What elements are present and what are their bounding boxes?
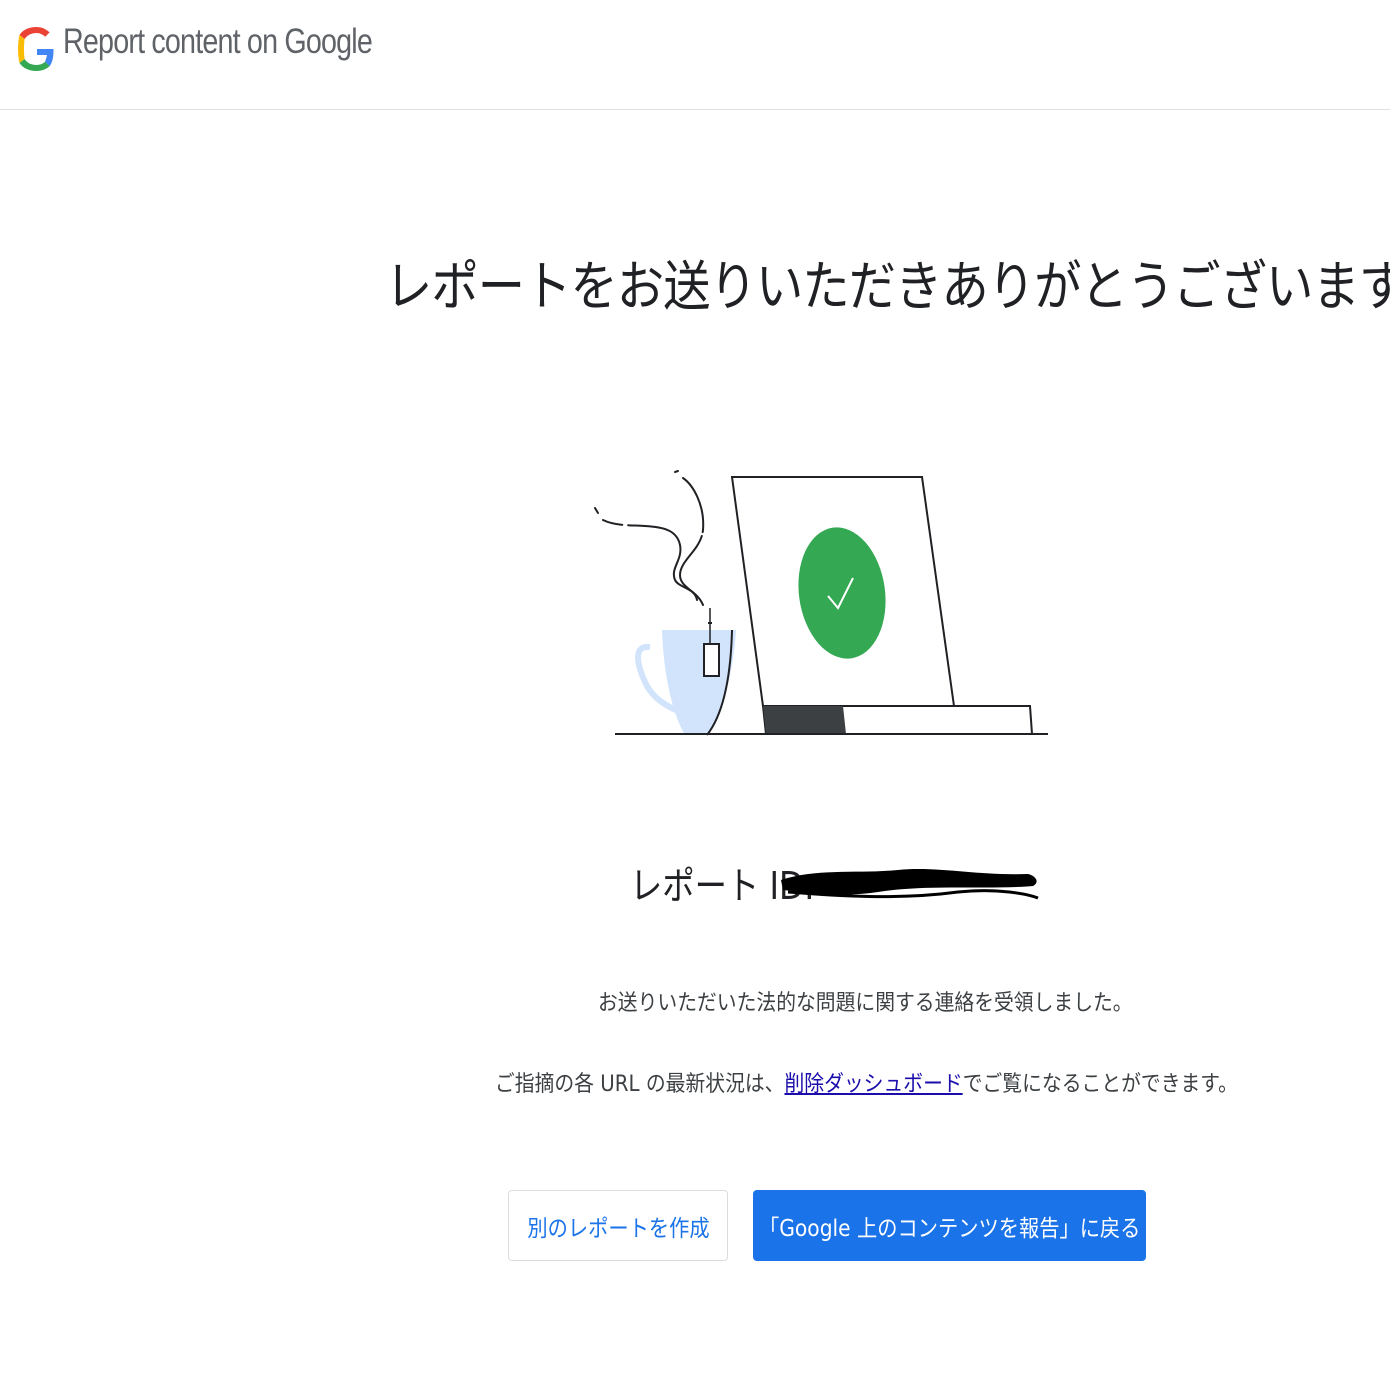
back-button-label: 「Google 上のコンテンツを報告」に戻る — [758, 1215, 1141, 1242]
product-title: Report content on Google — [63, 22, 373, 61]
steam-icon — [594, 470, 705, 606]
confirmation-message: お送りいただいた法的な問題に関する連絡を受領しました。 — [598, 991, 1133, 1016]
redaction-mark — [781, 869, 1039, 900]
back-to-report-content-button[interactable]: 「Google 上のコンテンツを報告」に戻る — [753, 1190, 1146, 1261]
laptop-icon — [730, 476, 1034, 735]
status-message: ご指摘の各 URL の最新状況は、削除ダッシュボードでご覧になることができます。 — [50, 1066, 1301, 1098]
laptop-checkmark-coffee-illustration — [594, 470, 1048, 736]
coffee-cup-icon — [635, 608, 736, 736]
status-message-prefix: ご指摘の各 URL の最新状況は、 — [495, 1072, 785, 1097]
page-heading: レポートをお送りいただきありがとうございます — [385, 255, 1390, 318]
removal-dashboard-link[interactable]: 削除ダッシュボード — [784, 1072, 962, 1097]
status-message-suffix: でご覧になることができます。 — [962, 1072, 1238, 1097]
app-header: Report content on Google — [0, 0, 1390, 110]
new-report-button-label: 別のレポートを作成 — [526, 1215, 710, 1242]
new-report-button[interactable]: 別のレポートを作成 — [508, 1190, 728, 1261]
google-g-logo-icon[interactable] — [17, 18, 57, 80]
